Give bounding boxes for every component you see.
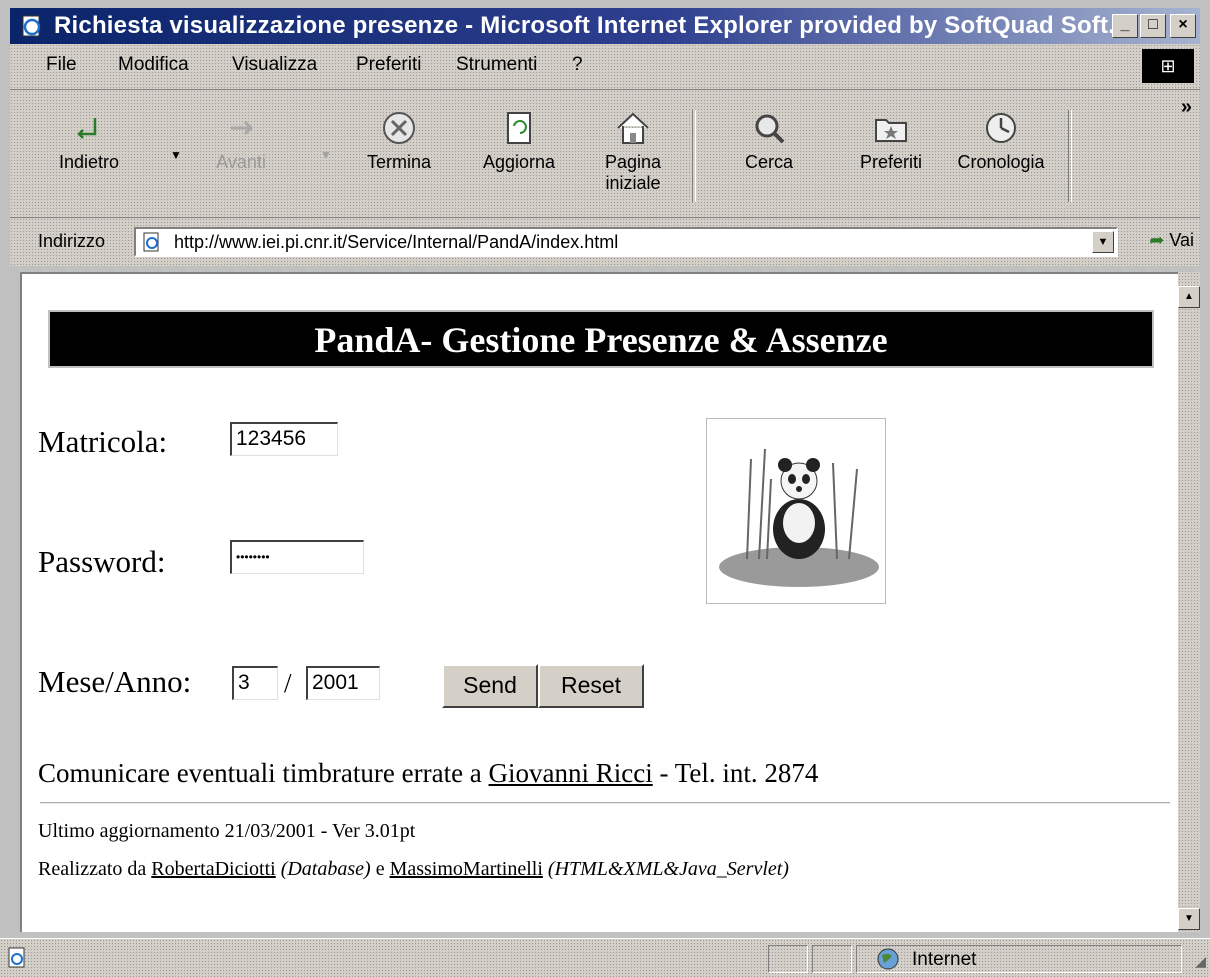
home-label-line1: Pagina — [604, 152, 662, 172]
author2-link[interactable]: MassimoMartinelli — [390, 858, 543, 880]
back-button[interactable]: Indietro — [34, 108, 144, 173]
refresh-button[interactable]: Aggiorna — [464, 108, 574, 173]
panda-image — [706, 418, 886, 604]
menu-bar: File Modifica Visualizza Preferiti Strum… — [10, 44, 1200, 90]
stop-label: Termina — [366, 152, 432, 172]
windows-logo-icon: ⊞ — [1142, 49, 1194, 83]
send-button[interactable]: Send — [442, 664, 538, 708]
vertical-scrollbar[interactable]: ▲ ▼ — [1178, 272, 1200, 932]
globe-icon — [877, 948, 899, 970]
window-title: Richiesta visualizzazione presenze - Mic… — [54, 12, 1129, 39]
search-button[interactable]: Cerca — [714, 108, 824, 173]
password-input[interactable]: •••••••• — [230, 540, 364, 574]
forward-label: Avanti — [216, 152, 266, 172]
credits-prefix: Realizzato da — [38, 858, 147, 880]
credits-and: e — [375, 858, 385, 880]
back-arrow-icon — [77, 118, 97, 139]
page-icon — [143, 232, 159, 252]
toolbar-separator — [692, 110, 696, 202]
reset-button[interactable]: Reset — [538, 664, 644, 708]
panda-illustration-icon — [719, 448, 879, 587]
menu-file[interactable]: File — [46, 54, 77, 76]
status-panel — [768, 945, 808, 973]
forward-dropdown-icon[interactable]: ▼ — [320, 148, 332, 162]
year-input[interactable]: 2001 — [306, 666, 380, 700]
menu-visualizza[interactable]: Visualizza — [232, 54, 317, 76]
address-bar: Indirizzo http://www.iei.pi.cnr.it/Servi… — [10, 218, 1200, 266]
toolbar: Indietro ▼ Avanti ▼ Termina Aggiorna Pag… — [10, 90, 1200, 218]
scroll-down-icon[interactable]: ▼ — [1178, 908, 1200, 930]
home-icon — [617, 112, 649, 144]
page-content: PandA- Gestione Presenze & Assenze Matri… — [20, 272, 1178, 932]
status-bar: Internet ◢ — [0, 938, 1210, 977]
mese-anno-label: Mese/Anno: — [38, 664, 192, 699]
toolbar-chevron-icon[interactable]: » — [1181, 96, 1192, 119]
menu-help[interactable]: ? — [572, 54, 583, 76]
go-arrow-icon: ➦ — [1149, 230, 1165, 250]
status-panel — [812, 945, 852, 973]
back-dropdown-icon[interactable]: ▼ — [170, 148, 182, 162]
author1-role: (Database) — [280, 858, 371, 880]
history-label: Cronologia — [957, 152, 1045, 172]
favorites-label: Preferiti — [859, 152, 922, 172]
contact-line: Comunicare eventuali timbrature errate a… — [38, 758, 818, 789]
toolbar-separator — [1068, 110, 1072, 202]
page-banner: PandA- Gestione Presenze & Assenze — [48, 310, 1154, 368]
history-button[interactable]: Cronologia — [946, 108, 1056, 173]
minimize-button[interactable]: _ — [1112, 14, 1138, 38]
address-label: Indirizzo — [38, 231, 106, 251]
search-label: Cerca — [744, 152, 793, 172]
last-update: Ultimo aggiornamento 21/03/2001 - Ver 3.… — [38, 820, 416, 842]
go-label: Vai — [1169, 230, 1194, 250]
favorites-button[interactable]: Preferiti — [836, 108, 946, 173]
back-label: Indietro — [58, 152, 120, 172]
address-url: http://www.iei.pi.cnr.it/Service/Interna… — [174, 232, 619, 252]
stop-icon — [383, 112, 415, 144]
home-button[interactable]: Pagina iniziale — [578, 108, 688, 194]
scroll-up-icon[interactable]: ▲ — [1178, 286, 1200, 308]
horizontal-divider — [40, 802, 1170, 804]
ie-page-icon — [22, 15, 41, 37]
status-text-panel — [0, 945, 760, 973]
search-icon — [755, 114, 785, 144]
title-bar: Richiesta visualizzazione presenze - Mic… — [10, 8, 1200, 44]
history-icon — [986, 113, 1016, 143]
menu-preferiti[interactable]: Preferiti — [356, 54, 421, 76]
credits-line: Realizzato da RobertaDiciotti (Database)… — [38, 858, 789, 881]
menu-modifica[interactable]: Modifica — [118, 54, 189, 76]
home-label-line2: iniziale — [605, 173, 661, 193]
matricola-label: Matricola: — [38, 424, 168, 459]
zone-label: Internet — [912, 949, 977, 970]
month-year-separator: / — [284, 668, 292, 698]
password-label: Password: — [38, 544, 166, 579]
forward-arrow-icon — [231, 120, 254, 136]
author1-link[interactable]: RobertaDiciotti — [151, 858, 275, 880]
address-input[interactable]: http://www.iei.pi.cnr.it/Service/Interna… — [134, 227, 1118, 257]
zone-panel — [856, 945, 1182, 973]
menu-strumenti[interactable]: Strumenti — [456, 54, 537, 76]
author2-role: (HTML&XML&Java_Servlet) — [547, 858, 789, 880]
address-dropdown-icon[interactable]: ▼ — [1092, 231, 1114, 253]
forward-button[interactable]: Avanti — [186, 108, 296, 173]
favorites-folder-icon — [875, 119, 907, 142]
month-input[interactable]: 3 — [232, 666, 278, 700]
contact-prefix: Comunicare eventuali timbrature errate a — [38, 758, 482, 788]
stop-button[interactable]: Termina — [344, 108, 454, 173]
matricola-input[interactable]: 123456 — [230, 422, 338, 456]
refresh-label: Aggiorna — [482, 152, 556, 172]
go-button[interactable]: ➦ Vai — [1149, 230, 1194, 251]
resize-grip-icon[interactable]: ◢ — [1195, 953, 1206, 970]
close-button[interactable]: × — [1170, 14, 1196, 38]
contact-link[interactable]: Giovanni Ricci — [489, 758, 653, 788]
maximize-button[interactable]: □ — [1140, 14, 1166, 38]
refresh-icon — [507, 112, 531, 144]
contact-suffix: - Tel. int. 2874 — [659, 758, 819, 788]
